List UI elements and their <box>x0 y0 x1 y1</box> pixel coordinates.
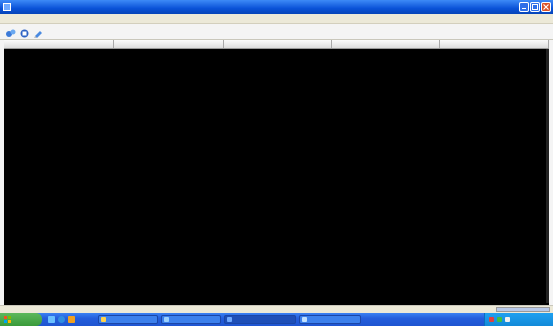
table-cell-5 <box>442 299 546 304</box>
table-cell-4 <box>334 299 438 304</box>
taskbar-button-1[interactable] <box>98 315 158 324</box>
taskbar <box>0 313 553 326</box>
toolbar <box>0 24 553 40</box>
toolbar-button-connect[interactable] <box>5 26 16 37</box>
table-cell-3 <box>226 299 330 304</box>
connect-icon <box>6 29 16 37</box>
minimize-button[interactable] <box>519 2 529 12</box>
toolbar-button-stop[interactable] <box>19 26 30 38</box>
tray-volume-icon[interactable] <box>505 317 510 322</box>
column-header-5[interactable] <box>440 40 549 48</box>
taskbar-button-2[interactable] <box>161 315 221 324</box>
system-tray <box>484 313 553 326</box>
taskbar-button-3[interactable] <box>224 315 296 324</box>
vertical-scrollbar[interactable] <box>546 49 549 303</box>
taskbar-button-4[interactable] <box>299 315 361 324</box>
windows-flag-icon <box>4 316 11 323</box>
maximize-icon <box>532 4 538 10</box>
column-header-4[interactable] <box>332 40 440 48</box>
table-row[interactable] <box>4 299 549 304</box>
table-cell-2 <box>116 299 222 304</box>
status-progress <box>496 307 550 312</box>
close-button[interactable] <box>541 2 551 12</box>
maximize-button[interactable] <box>530 2 540 12</box>
column-header-1[interactable] <box>4 40 114 48</box>
minimize-icon <box>522 8 526 9</box>
title-bar <box>0 0 553 14</box>
folder-icon <box>101 317 106 322</box>
quick-launch <box>46 315 96 324</box>
tray-network-icon[interactable] <box>497 317 502 322</box>
log-table <box>4 40 549 305</box>
table-cell-1 <box>6 299 112 304</box>
status-bar <box>0 305 553 313</box>
start-button[interactable] <box>0 313 42 326</box>
stop-icon <box>20 29 29 38</box>
toolbar-button-clear[interactable] <box>33 26 44 38</box>
clear-icon <box>34 31 42 38</box>
log-window-icon <box>227 317 232 322</box>
tray-alert-icon[interactable] <box>489 317 494 322</box>
quick-launch-media-icon[interactable] <box>68 316 75 323</box>
app-icon <box>3 3 11 11</box>
column-header-3[interactable] <box>224 40 332 48</box>
table-header <box>4 40 549 49</box>
close-icon <box>543 4 549 10</box>
menu-bar <box>0 14 553 24</box>
column-header-2[interactable] <box>114 40 224 48</box>
quick-launch-desktop-icon[interactable] <box>48 316 55 323</box>
app-window-icon <box>164 317 169 322</box>
app-window-icon <box>302 317 307 322</box>
quick-launch-browser-icon[interactable] <box>58 316 65 323</box>
